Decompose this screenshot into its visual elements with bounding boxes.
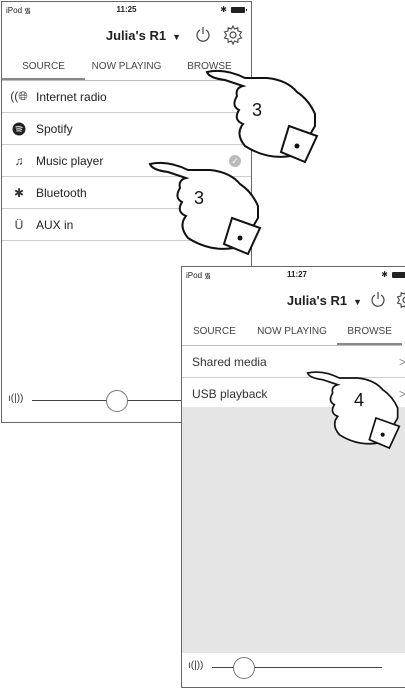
tab-source[interactable]: SOURCE [2,54,85,80]
tab-source[interactable]: SOURCE [182,319,247,345]
app-header: Julia's R1 ▼ [182,283,405,319]
gear-icon[interactable] [396,290,405,310]
device-selector[interactable]: Julia's R1 ▼ [106,28,181,43]
tab-bar: SOURCE NOW PLAYING BROWSE [182,319,402,346]
power-icon[interactable] [195,26,211,42]
device-selector[interactable]: Julia's R1 ▼ [287,293,362,308]
callout-number: 3 [252,100,263,120]
bluetooth-status-icon: ✱ [381,270,388,279]
gear-icon[interactable] [223,25,243,45]
chevron-down-icon: ▼ [353,297,362,307]
speaker-icon: ı(|)) [188,660,204,671]
battery-icon [231,6,247,13]
pointing-hand-icon [148,156,268,256]
status-time: 11:27 [286,270,308,279]
speaker-icon: ı(|)) [8,393,24,404]
battery-icon [392,271,405,278]
bluetooth-icon: ✱ [13,185,25,200]
status-time: 11:25 [116,5,137,14]
internet-radio-icon: ((🌐︎ [10,89,28,103]
callout-number: 4 [354,390,365,410]
aux-cable-icon: Ü [14,217,24,232]
music-note-icon: ♫ [14,153,24,168]
power-icon[interactable] [370,291,386,307]
bluetooth-status-icon: ✱ [220,5,227,14]
tab-now-playing[interactable]: NOW PLAYING [85,54,168,80]
phone-screen-browse: iPod ᯾ 11:27 ✱ Julia's R1 ▼ SOURCE NOW PL… [181,266,405,688]
status-bar: iPod ᯾ 11:27 ✱ [182,267,405,283]
tab-now-playing[interactable]: NOW PLAYING [247,319,338,345]
pointing-hand-icon [205,64,325,164]
chevron-down-icon: ▼ [172,32,181,42]
callout-number: 3 [194,188,205,208]
status-bar: iPod ᯾ 11:25 ✱ [2,2,251,18]
tab-browse[interactable]: BROWSE [337,319,402,345]
volume-slider-knob[interactable] [232,657,255,679]
spotify-icon [8,122,30,136]
app-header: Julia's R1 ▼ [2,18,251,54]
volume-slider-knob[interactable] [105,390,128,412]
volume-control: ı(|)) [182,652,405,682]
